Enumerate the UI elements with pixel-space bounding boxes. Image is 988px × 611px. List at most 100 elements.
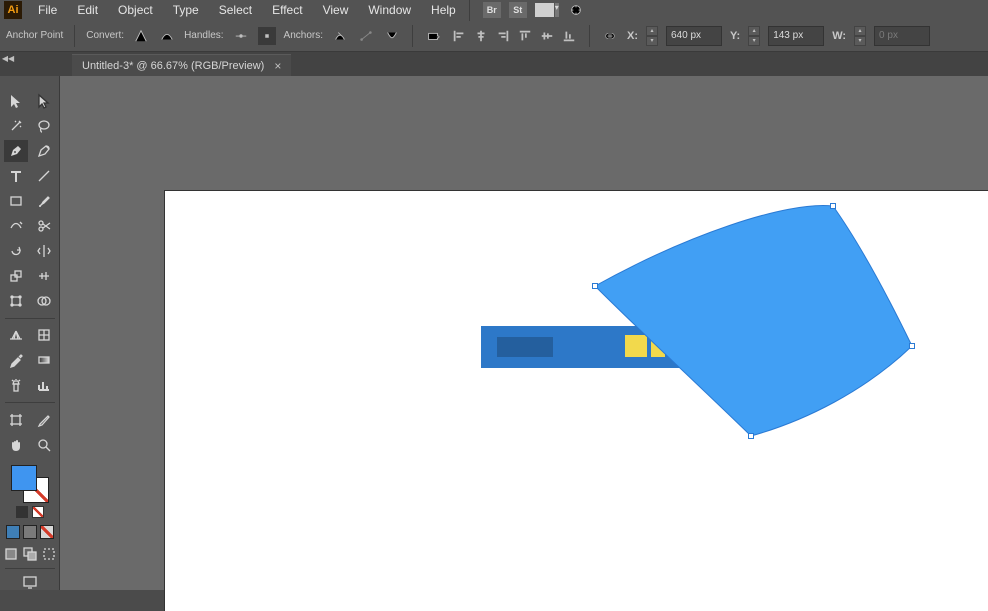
scale-tool[interactable] (4, 265, 28, 287)
menu-effect[interactable]: Effect (262, 0, 312, 20)
menu-select[interactable]: Select (209, 0, 262, 20)
x-input[interactable]: 640 px (666, 26, 722, 46)
remove-anchor-icon[interactable] (331, 27, 349, 45)
draw-normal-icon[interactable] (3, 546, 19, 562)
w-input[interactable]: 0 px (874, 26, 930, 46)
direct-selection-tool[interactable] (32, 90, 56, 112)
type-tool[interactable] (4, 165, 28, 187)
shape-bar-dark (497, 337, 553, 357)
menu-edit[interactable]: Edit (67, 0, 108, 20)
separator (589, 25, 590, 47)
close-tab-button[interactable]: × (274, 59, 281, 73)
link-icon[interactable] (601, 27, 619, 45)
y-stepper[interactable]: ▴▾ (748, 26, 760, 46)
mesh-tool[interactable] (32, 324, 56, 346)
hide-handles-icon[interactable] (258, 27, 276, 45)
menu-bar: Ai File Edit Object Type Select Effect V… (0, 0, 988, 20)
align-hcenter-icon[interactable] (472, 27, 490, 45)
tools-panel (0, 76, 60, 590)
eyedropper-tool[interactable] (4, 349, 28, 371)
fill-swatch[interactable] (11, 465, 37, 491)
menu-file[interactable]: File (28, 0, 67, 20)
rectangle-tool[interactable] (4, 190, 28, 212)
align-right-icon[interactable] (494, 27, 512, 45)
reflect-tool[interactable] (32, 240, 56, 262)
shaper-tool[interactable] (4, 215, 28, 237)
shape-builder-tool[interactable] (32, 290, 56, 312)
selection-handle[interactable] (592, 283, 598, 289)
draw-behind-icon[interactable] (22, 546, 38, 562)
align-left-icon[interactable] (450, 27, 468, 45)
screen-mode-icon[interactable] (18, 574, 42, 590)
separator (74, 25, 75, 47)
hand-tool[interactable] (4, 434, 28, 456)
fill-stroke-swatches[interactable] (11, 465, 49, 518)
isolate-icon[interactable] (424, 27, 442, 45)
slice-tool[interactable] (32, 409, 56, 431)
swap-fill-stroke-icon[interactable] (32, 506, 44, 518)
menu-help[interactable]: Help (421, 0, 466, 20)
stock-icon[interactable]: St (509, 2, 527, 18)
connect-points-icon[interactable] (357, 27, 375, 45)
align-top-icon[interactable] (516, 27, 534, 45)
default-fill-stroke-icon[interactable] (16, 506, 28, 518)
show-handles-icon[interactable] (232, 27, 250, 45)
curvature-tool[interactable] (32, 140, 56, 162)
y-label: Y: (730, 30, 740, 42)
y-input[interactable]: 143 px (768, 26, 824, 46)
w-stepper[interactable]: ▴▾ (854, 26, 866, 46)
paintbrush-tool[interactable] (32, 190, 56, 212)
zoom-tool[interactable] (32, 434, 56, 456)
collapse-panels-icon[interactable]: ◀◀ (0, 54, 16, 63)
cut-path-icon[interactable] (383, 27, 401, 45)
menu-object[interactable]: Object (108, 0, 163, 20)
selection-handle[interactable] (830, 203, 836, 209)
selection-handle[interactable] (909, 343, 915, 349)
magic-wand-tool[interactable] (4, 115, 28, 137)
line-segment-tool[interactable] (32, 165, 56, 187)
gpu-performance-icon[interactable] (567, 1, 585, 19)
arrange-documents-icon[interactable]: ▾ (535, 3, 559, 17)
convert-smooth-icon[interactable] (158, 27, 176, 45)
shape-warped[interactable] (595, 206, 912, 436)
rotate-tool[interactable] (4, 240, 28, 262)
artwork (165, 191, 988, 611)
column-graph-tool[interactable] (32, 374, 56, 396)
canvas[interactable] (60, 76, 988, 590)
selection-mode-label: Anchor Point (6, 30, 63, 41)
menubar-shortcut-icons: Br St ▾ (483, 1, 585, 19)
bridge-icon[interactable]: Br (483, 2, 501, 18)
control-bar: Anchor Point Convert: Handles: Anchors: … (0, 20, 988, 52)
anchors-label: Anchors: (284, 30, 323, 41)
perspective-grid-tool[interactable] (4, 324, 28, 346)
align-bottom-icon[interactable] (560, 27, 578, 45)
document-tab-title: Untitled-3* @ 66.67% (RGB/Preview) (82, 60, 264, 72)
symbol-sprayer-tool[interactable] (4, 374, 28, 396)
menu-type[interactable]: Type (163, 0, 209, 20)
menu-view[interactable]: View (313, 0, 359, 20)
align-vcenter-icon[interactable] (538, 27, 556, 45)
none-mode[interactable] (40, 525, 54, 539)
draw-inside-icon[interactable] (41, 546, 57, 562)
align-buttons (450, 27, 578, 45)
selection-handle[interactable] (748, 433, 754, 439)
app-logo: Ai (4, 1, 22, 19)
artboard-tool[interactable] (4, 409, 28, 431)
menu-window[interactable]: Window (358, 0, 421, 20)
gradient-tool[interactable] (32, 349, 56, 371)
convert-corner-icon[interactable] (132, 27, 150, 45)
free-transform-tool[interactable] (4, 290, 28, 312)
document-tabs: Untitled-3* @ 66.67% (RGB/Preview) × (0, 52, 988, 76)
selection-tool[interactable] (4, 90, 28, 112)
width-tool[interactable] (32, 265, 56, 287)
color-mode[interactable] (6, 525, 20, 539)
x-stepper[interactable]: ▴▾ (646, 26, 658, 46)
gradient-mode[interactable] (23, 525, 37, 539)
artboard[interactable] (165, 191, 988, 611)
scissors-tool[interactable] (32, 215, 56, 237)
separator (412, 25, 413, 47)
pen-tool[interactable] (4, 140, 28, 162)
document-tab[interactable]: Untitled-3* @ 66.67% (RGB/Preview) × (72, 54, 291, 76)
lasso-tool[interactable] (32, 115, 56, 137)
separator (469, 0, 470, 21)
